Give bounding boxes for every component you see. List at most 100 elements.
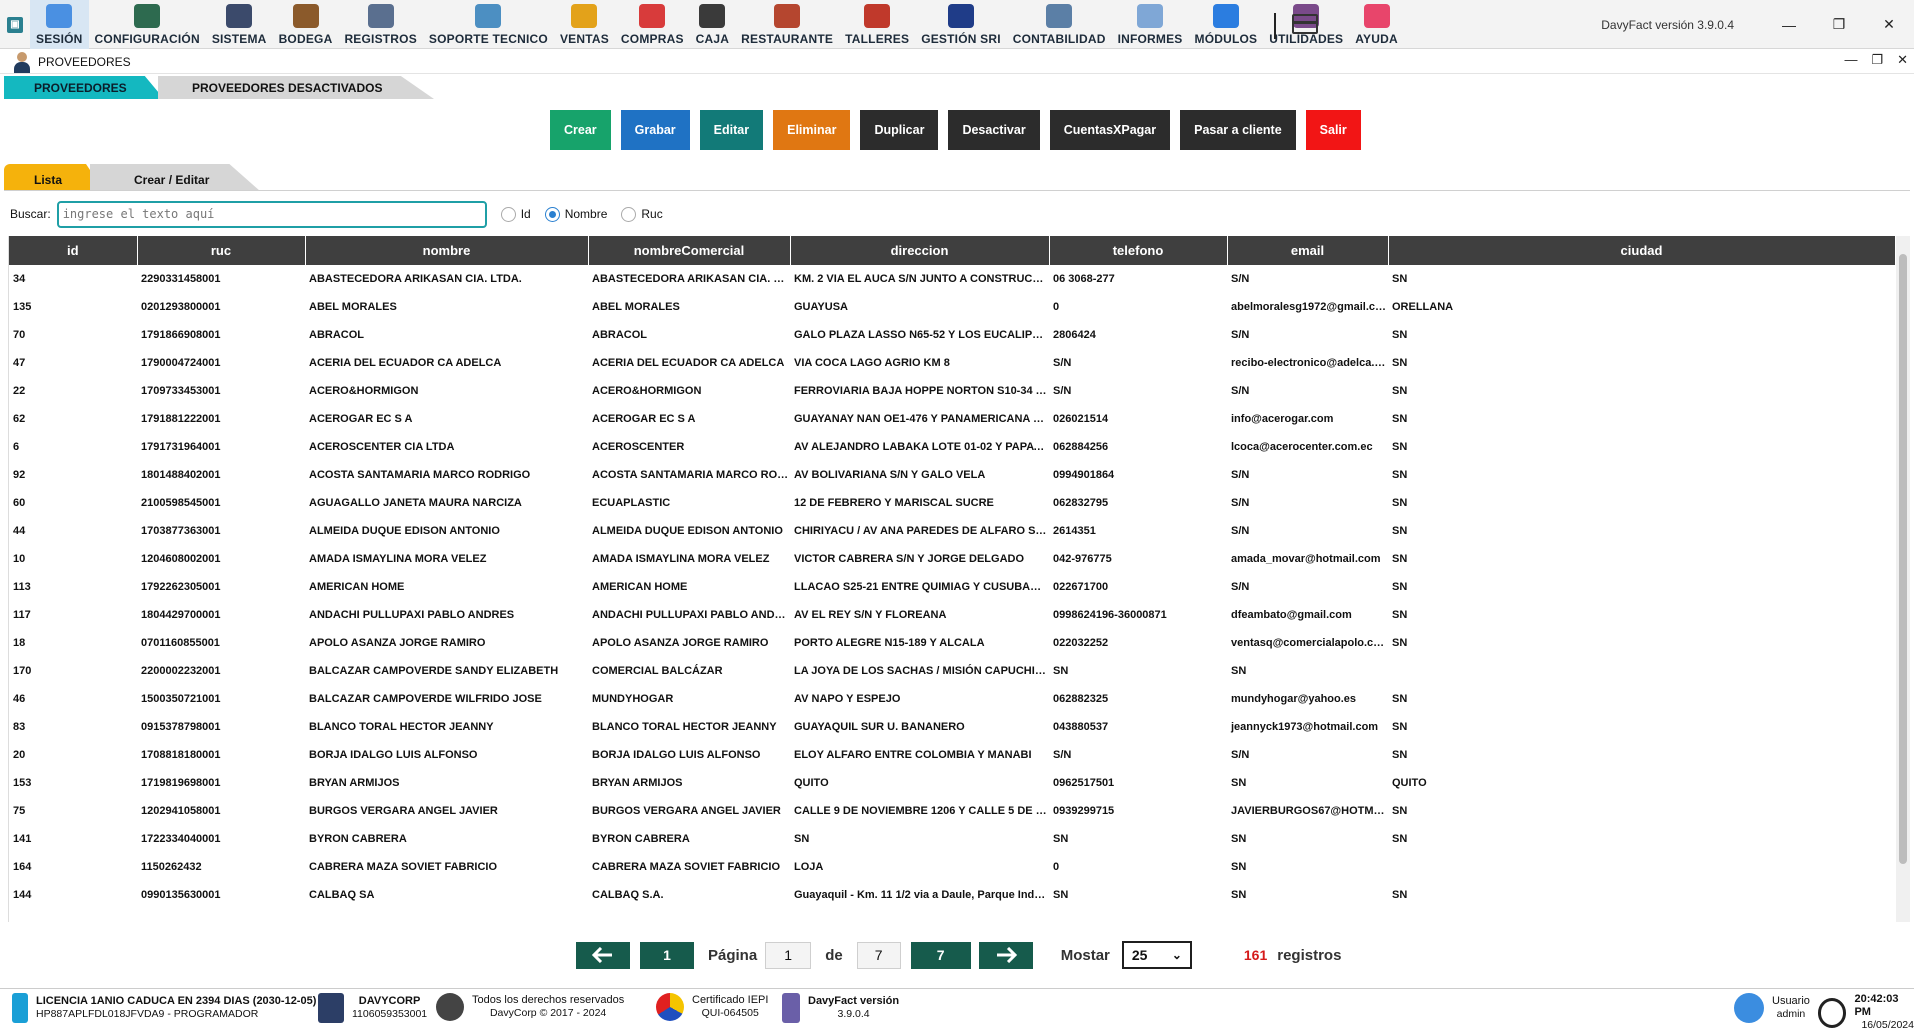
column-header-ciudad[interactable]: ciudad xyxy=(1388,236,1896,265)
cell-nombre: BRYAN ARMIJOS xyxy=(309,777,400,789)
cell-nombreComercial: ACERIA DEL ECUADOR CA ADELCA xyxy=(592,357,785,369)
cell-ciudad: QUITO xyxy=(1392,777,1427,789)
action-button-5[interactable]: Desactivar xyxy=(948,110,1040,150)
menu-item-0[interactable]: SESIÓN xyxy=(30,0,89,49)
radio-option-1[interactable]: Nombre xyxy=(544,206,607,222)
table-row[interactable]: 92 1801488402001 ACOSTA SANTAMARIA MARCO R… xyxy=(9,461,1895,489)
menu-item-16[interactable]: AYUDA xyxy=(1349,0,1404,49)
table-scrollbar[interactable] xyxy=(1896,236,1910,922)
table-row[interactable]: 10 1204608002001 AMADA ISMAYLINA MORA VELE… xyxy=(9,545,1895,573)
menu-item-label: INFORMES xyxy=(1117,32,1183,46)
menu-item-11[interactable]: GESTIÓN SRI xyxy=(915,0,1007,49)
column-header-nombreComercial[interactable]: nombreComercial xyxy=(588,236,791,265)
table-row[interactable]: 6 1791731964001 ACEROSCENTER CIA LTDA ACERO… xyxy=(9,433,1895,461)
cell-telefono: 0998624196-36000871 xyxy=(1053,609,1167,621)
cell-telefono: 2614351 xyxy=(1053,525,1096,537)
menu-item-13[interactable]: INFORMES xyxy=(1112,0,1189,49)
table-row[interactable]: 34 2290331458001 ABASTECEDORA ARIKASAN CIA… xyxy=(9,265,1895,293)
column-header-id[interactable]: id xyxy=(9,236,138,265)
search-input[interactable] xyxy=(56,200,487,228)
table-row[interactable]: 75 1202941058001 BURGOS VERGARA ANGEL JAVI… xyxy=(9,797,1895,825)
menu-item-14[interactable]: MÓDULOS xyxy=(1189,0,1264,49)
menu-item-4[interactable]: REGISTROS xyxy=(338,0,422,49)
cell-nombreComercial: BYRON CABRERA xyxy=(592,833,690,845)
cell-direccion: CHIRIYACU / AV ANA PAREDES DE ALFARO S8-… xyxy=(794,525,1049,537)
version-line2: 3.9.0.4 xyxy=(837,1008,870,1020)
cell-nombre: AMERICAN HOME xyxy=(309,581,405,593)
radio-option-0[interactable]: Id xyxy=(500,206,531,222)
user-info[interactable]: Usuario admin xyxy=(1734,993,1810,1023)
tab-proveedores[interactable]: PROVEEDORES xyxy=(4,76,164,99)
table-row[interactable]: 46 1500350721001 BALCAZAR CAMPOVERDE WILFR… xyxy=(9,685,1895,713)
table-row[interactable]: 144 0990135630001 CALBAQ SA CALBAQ S.A. Guay… xyxy=(9,881,1895,909)
table-row[interactable]: 117 1804429700001 ANDACHI PULLUPAXI PABLO … xyxy=(9,601,1895,629)
table-row[interactable]: 135 0201293800001 ABEL MORALES ABEL MORALES… xyxy=(9,293,1895,321)
table-row[interactable]: 47 1790004724001 ACERIA DEL ECUADOR CA ADE… xyxy=(9,349,1895,377)
frame-maximize-icon[interactable]: ❐ xyxy=(1871,52,1883,68)
tab-lista[interactable]: Lista xyxy=(4,164,104,191)
minimize-icon[interactable]: — xyxy=(1764,0,1814,49)
menu-item-10[interactable]: TALLERES xyxy=(839,0,915,49)
table-row[interactable]: 44 1703877363001 ALMEIDA DUQUE EDISON ANTO… xyxy=(9,517,1895,545)
action-button-0[interactable]: Crear xyxy=(550,110,611,150)
menu-item-8[interactable]: CAJA xyxy=(690,0,735,49)
column-header-nombre[interactable]: nombre xyxy=(305,236,589,265)
frame-close-icon[interactable]: ✕ xyxy=(1897,52,1908,68)
table-row[interactable]: 18 0701160855001 APOLO ASANZA JORGE RAMIRO… xyxy=(9,629,1895,657)
payment-card-icon[interactable] xyxy=(1292,14,1318,34)
action-button-8[interactable]: Salir xyxy=(1305,110,1361,150)
table-row[interactable]: 113 1792262305001 AMERICAN HOME AMERICAN HO… xyxy=(9,573,1895,601)
info-icon xyxy=(1363,4,1390,28)
menu-item-12[interactable]: CONTABILIDAD xyxy=(1007,0,1112,49)
menu-item-9[interactable]: RESTAURANTE xyxy=(735,0,839,49)
tab-proveedores-desactivados[interactable]: PROVEEDORES DESACTIVADOS xyxy=(158,76,434,99)
action-button-7[interactable]: Pasar a cliente xyxy=(1180,110,1296,150)
table-row[interactable]: 20 1708818180001 BORJA IDALGO LUIS ALFONSO… xyxy=(9,741,1895,769)
column-header-telefono[interactable]: telefono xyxy=(1049,236,1228,265)
table-row[interactable]: 22 1709733453001 ACERO&HORMIGON ACERO&HORMI… xyxy=(9,377,1895,405)
action-button-6[interactable]: CuentasXPagar xyxy=(1049,110,1171,150)
menu-item-5[interactable]: SOPORTE TECNICO xyxy=(423,0,554,49)
cell-id: 117 xyxy=(13,609,31,621)
column-header-direccion[interactable]: direccion xyxy=(790,236,1050,265)
cell-ciudad: SN xyxy=(1392,581,1408,593)
frame-minimize-icon[interactable]: — xyxy=(1844,52,1857,68)
action-button-4[interactable]: Duplicar xyxy=(860,110,939,150)
table-row[interactable]: 153 1719819698001 BRYAN ARMIJOS BRYAN ARMIJ… xyxy=(9,769,1895,797)
first-page-button[interactable]: 1 xyxy=(640,941,694,969)
table-row[interactable]: 83 0915378798001 BLANCO TORAL HECTOR JEANN… xyxy=(9,713,1895,741)
tab-crear-editar[interactable]: Crear / Editar xyxy=(90,164,260,191)
action-button-3[interactable]: Eliminar xyxy=(773,110,851,150)
table-row[interactable]: 170 2200002232001 BALCAZAR CAMPOVERDE SAND… xyxy=(9,657,1895,685)
table-row[interactable]: 70 1791866908001 ABRACOL ABRACOL GALO PLAZA … xyxy=(9,321,1895,349)
menu-item-1[interactable]: CONFIGURACIÓN xyxy=(89,0,206,49)
rights-line1: Todos los derechos reservados xyxy=(472,994,625,1006)
action-button-1[interactable]: Grabar xyxy=(620,110,690,150)
table-row[interactable]: 60 2100598545001 AGUAGALLO JANETA MAURA NA… xyxy=(9,489,1895,517)
table-row[interactable]: 164 1150262432 CABRERA MAZA SOVIET FABRICI… xyxy=(9,853,1895,881)
cell-telefono: 062884256 xyxy=(1053,441,1109,453)
menu-item-2[interactable]: SISTEMA xyxy=(206,0,273,49)
menu-item-7[interactable]: COMPRAS xyxy=(615,0,690,49)
clock-date: 16/05/2024 xyxy=(1861,1019,1914,1028)
maximize-icon[interactable]: ❐ xyxy=(1814,0,1864,49)
cell-ruc: 2100598545001 xyxy=(141,497,221,509)
scrollbar-thumb[interactable] xyxy=(1899,254,1907,864)
close-icon[interactable]: ✕ xyxy=(1864,0,1914,49)
page-size-select[interactable]: 25 ⌄ xyxy=(1121,941,1192,969)
menu-item-6[interactable]: VENTAS xyxy=(554,0,615,49)
column-header-email[interactable]: email xyxy=(1227,236,1389,265)
column-header-ruc[interactable]: ruc xyxy=(137,236,306,265)
radio-option-2[interactable]: Ruc xyxy=(621,206,663,222)
page-input[interactable]: 1 xyxy=(765,941,812,969)
table-row[interactable]: 62 1791881222001 ACEROGAR EC S A ACEROGAR E… xyxy=(9,405,1895,433)
of-label: de xyxy=(825,946,843,964)
prev-page-button[interactable] xyxy=(576,941,630,969)
cash-register-icon xyxy=(699,4,726,28)
menu-item-3[interactable]: BODEGA xyxy=(273,0,339,49)
radio-label: Ruc xyxy=(641,207,663,221)
table-row[interactable]: 141 1722334040001 BYRON CABRERA BYRON CABRE… xyxy=(9,825,1895,853)
action-button-2[interactable]: Editar xyxy=(699,110,764,150)
last-page-button[interactable]: 7 xyxy=(910,941,971,969)
next-page-button[interactable] xyxy=(978,941,1033,969)
